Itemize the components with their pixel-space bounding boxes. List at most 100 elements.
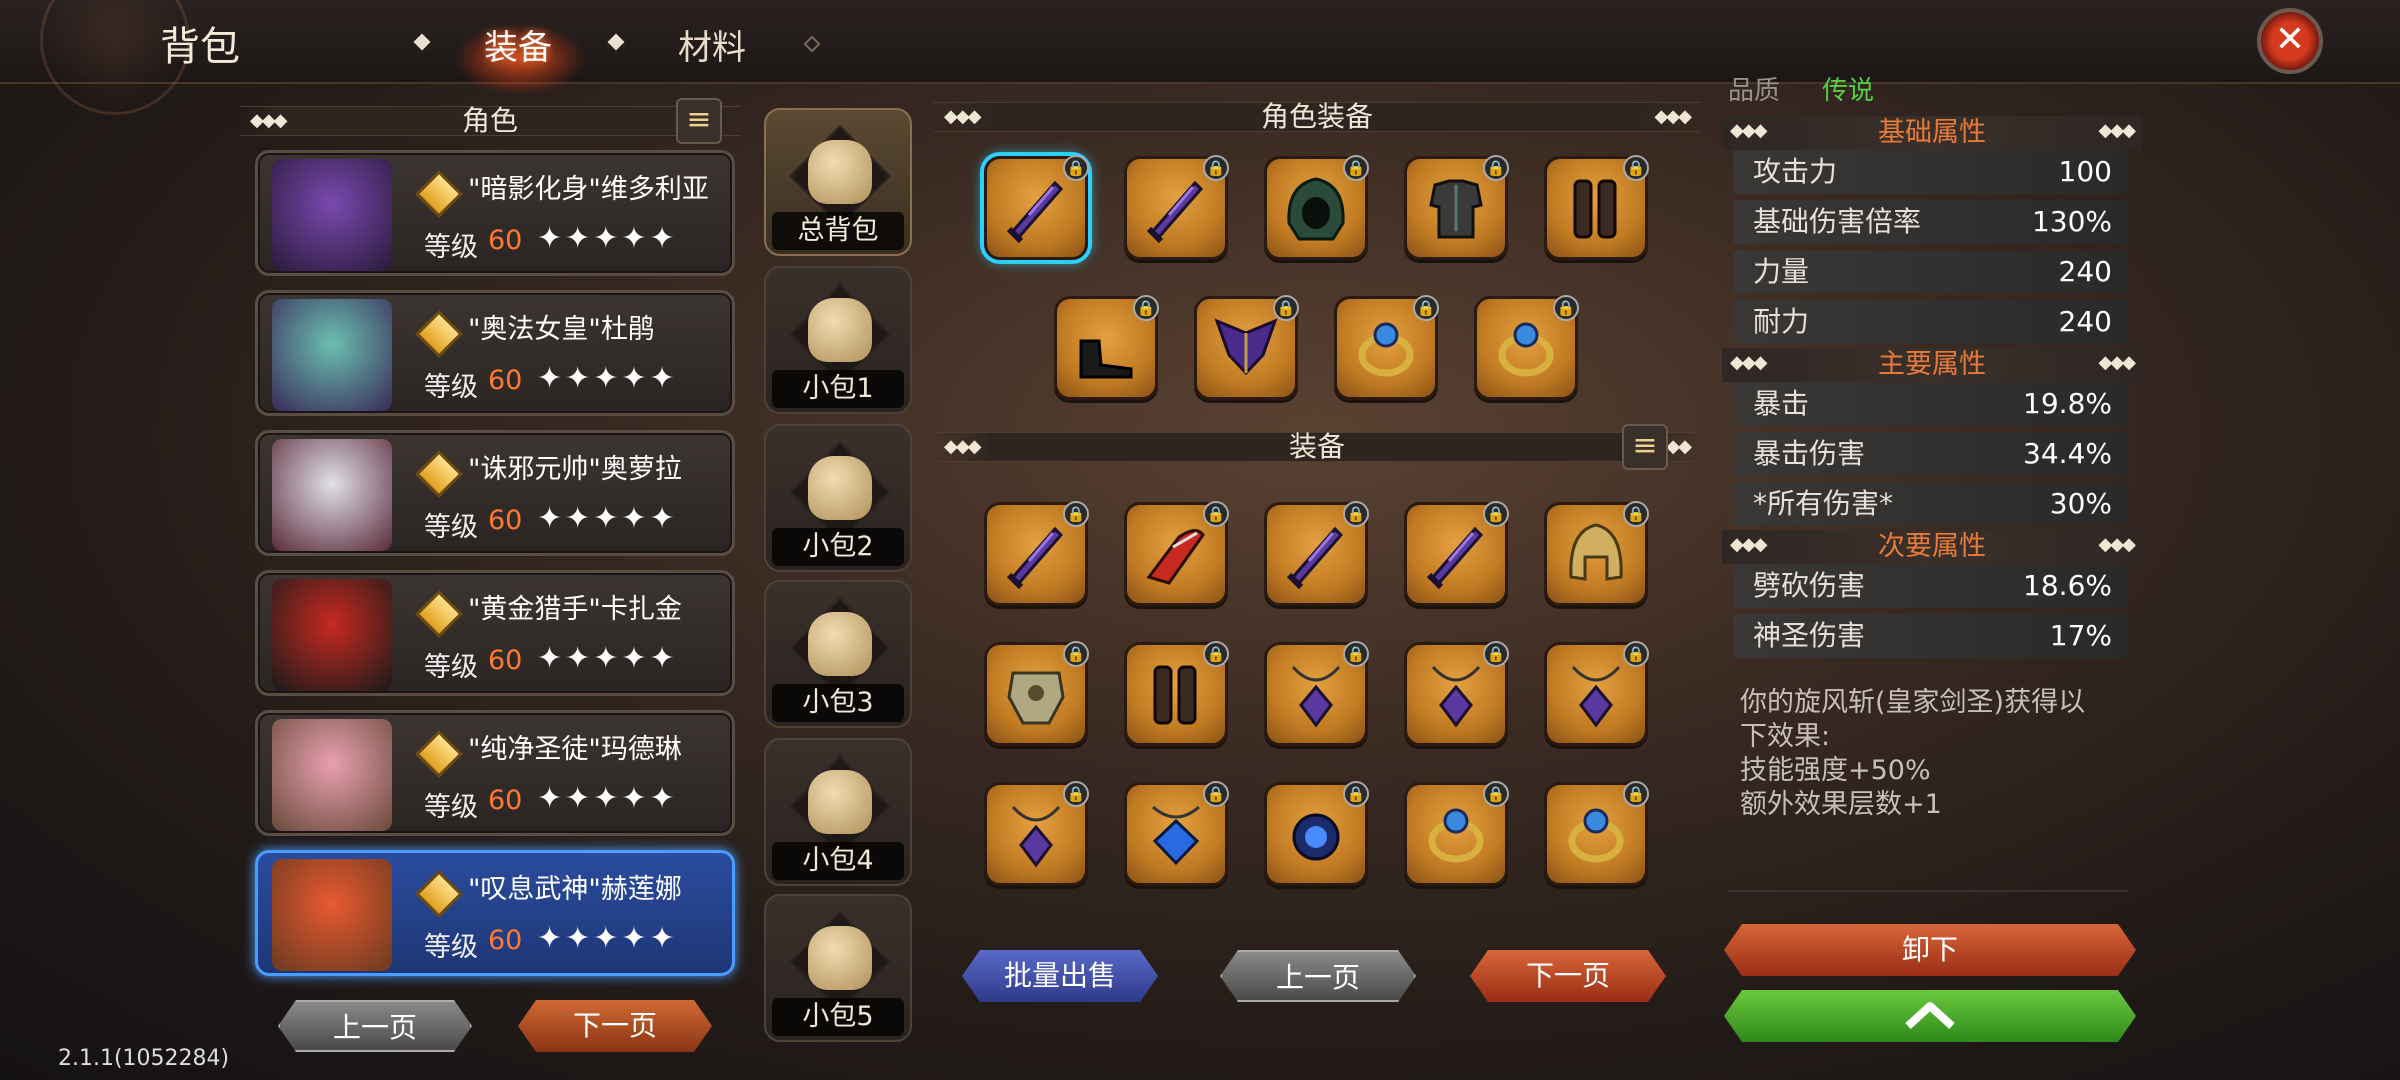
lock-icon: 🔒 [1063,781,1089,807]
equipment-slot[interactable]: 🔒 [1054,295,1159,400]
bag-2[interactable]: 小包2 [764,424,912,572]
equipment-slot[interactable]: 🔒 [984,641,1089,746]
lock-icon: 🔒 [1343,501,1369,527]
character-portrait [272,579,392,691]
equipment-slot[interactable]: 🔒 [1264,781,1369,886]
equipment-slot[interactable]: 🔒 [1124,641,1229,746]
sort-icon[interactable]: ≡ [1622,424,1668,470]
equipment-slot[interactable]: 🔒 [1264,155,1369,260]
equipment-slot[interactable]: 🔒 [1264,641,1369,746]
rank-diamond-icon [414,449,464,499]
bag-0[interactable]: 总背包 [764,108,912,256]
upgrade-button[interactable] [1724,990,2136,1042]
lock-icon: 🔒 [1553,295,1579,321]
unequip-button[interactable]: 卸下 [1724,924,2136,976]
equipment-slot[interactable]: 🔒 [1544,501,1649,606]
basic-attributes-header: ◆◆◆ 基础属性 ◆◆◆ [1722,116,2142,150]
equipment-slot[interactable]: 🔒 [1264,501,1369,606]
equipment-slot[interactable]: 🔒 [1404,501,1509,606]
effect-description: 你的旋风斩(皇家剑圣)获得以 下效果: 技能强度+50% 额外效果层数+1 [1740,686,2140,822]
equipment-slot[interactable]: 🔒 [984,501,1089,606]
equipment-slot[interactable]: 🔒 [1544,641,1649,746]
decor-dots: ◆◆◆ [944,436,982,457]
equipment-next-button[interactable]: 下一页 [1470,950,1666,1002]
equipment-slot[interactable]: 🔒 [1124,155,1229,260]
close-button[interactable]: ✕ [2257,8,2323,74]
role-equip-header-label: 角色装备 [1260,100,1373,133]
stat-value: 130% [2031,205,2112,238]
tab-equipment[interactable]: 装备 [484,20,552,69]
stat-name: 力量 [1753,255,1810,288]
equipment-slot[interactable]: 🔒 [984,155,1089,260]
stat-name: 基础伤害倍率 [1753,205,1922,238]
level-value: 60 [488,925,523,956]
bag-5[interactable]: 小包5 [764,894,912,1042]
equipment-slot[interactable]: 🔒 [1404,641,1509,746]
character-card[interactable]: "奥法女皇"杜鹃 等级 60 ✦✦✦✦✦ [255,290,735,416]
main-attributes-label: 主要属性 [1878,349,1986,380]
effect-line: 下效果: [1740,721,1831,752]
stat-value: 19.8% [2023,387,2112,420]
character-card[interactable]: "黄金猎手"卡扎金 等级 60 ✦✦✦✦✦ [255,570,735,696]
equipment-slot[interactable]: 🔒 [1544,781,1649,886]
characters-next-button[interactable]: 下一页 [518,1000,712,1052]
decor-dots: ◆◆◆ [1730,534,1768,555]
equipment-prev-button[interactable]: 上一页 [1220,950,1416,1002]
secondary-attributes-label: 次要属性 [1878,531,1986,562]
tab-materials[interactable]: 材料 [678,20,746,69]
rank-diamond-icon [414,729,464,779]
stat-name: 耐力 [1753,305,1810,338]
character-name: "纯净圣徒"玛德琳 [468,734,682,765]
lock-icon: 🔒 [1063,641,1089,667]
sort-icon[interactable]: ≡ [676,98,722,144]
lock-icon: 🔒 [1203,155,1229,181]
lock-icon: 🔒 [1623,155,1649,181]
batch-sell-button[interactable]: 批量出售 [962,950,1158,1002]
equipment-slot[interactable]: 🔒 [1124,501,1229,606]
level-value: 60 [488,365,523,396]
sack-icon [808,770,872,834]
character-name: "诛邪元帅"奥萝拉 [468,454,682,485]
armor-icon [1429,179,1483,239]
equipment-slot[interactable]: 🔒 [1474,295,1579,400]
stat-value: 240 [2058,255,2112,288]
lock-icon: 🔒 [1623,781,1649,807]
equipment-slot[interactable]: 🔒 [1334,295,1439,400]
level-label: 等级 [424,792,478,823]
bag-label: 小包1 [772,370,904,408]
pendant-icon [1431,665,1481,728]
secondary-attributes-header: ◆◆◆ 次要属性 ◆◆◆ [1722,530,2142,564]
stat-row: 暴击 19.8% [1733,382,2128,426]
equipment-slot[interactable]: 🔒 [1404,155,1509,260]
level-value: 60 [488,645,523,676]
main-attributes-header: ◆◆◆ 主要属性 ◆◆◆ [1722,348,2142,382]
sword-icon [1006,526,1064,590]
bag-label: 总背包 [772,212,904,250]
bag-label: 小包5 [772,998,904,1036]
characters-header: ◆◆◆ 角色 [240,106,740,136]
role-equip-header: ◆◆◆ 角色装备 ◆◆◆ [934,102,1700,132]
effect-line: 额外效果层数+1 [1740,789,1942,820]
equipment-slot[interactable]: 🔒 [1404,781,1509,886]
stat-name: 劈砍伤害 [1753,569,1866,602]
character-portrait [272,439,392,551]
equipment-slot[interactable]: 🔒 [1124,781,1229,886]
equipment-slot[interactable]: 🔒 [984,781,1089,886]
ring-icon [1358,322,1414,377]
equipment-slot[interactable]: 🔒 [1544,155,1649,260]
character-name: "暗影化身"维多利亚 [468,174,709,205]
character-card[interactable]: "纯净圣徒"玛德琳 等级 60 ✦✦✦✦✦ [255,710,735,836]
sack-icon [808,140,872,204]
characters-prev-button[interactable]: 上一页 [278,1000,472,1052]
bag-1[interactable]: 小包1 [764,266,912,414]
equipment-slot[interactable]: 🔒 [1194,295,1299,400]
bag-4[interactable]: 小包4 [764,738,912,886]
sword-icon [1146,180,1204,244]
lock-icon: 🔒 [1623,641,1649,667]
sack-icon [808,926,872,990]
bag-3[interactable]: 小包3 [764,580,912,728]
lock-icon: 🔒 [1343,641,1369,667]
character-card[interactable]: "暗影化身"维多利亚 等级 60 ✦✦✦✦✦ [255,150,735,276]
character-card[interactable]: "叹息武神"赫莲娜 等级 60 ✦✦✦✦✦ [255,850,735,976]
character-card[interactable]: "诛邪元帅"奥萝拉 等级 60 ✦✦✦✦✦ [255,430,735,556]
